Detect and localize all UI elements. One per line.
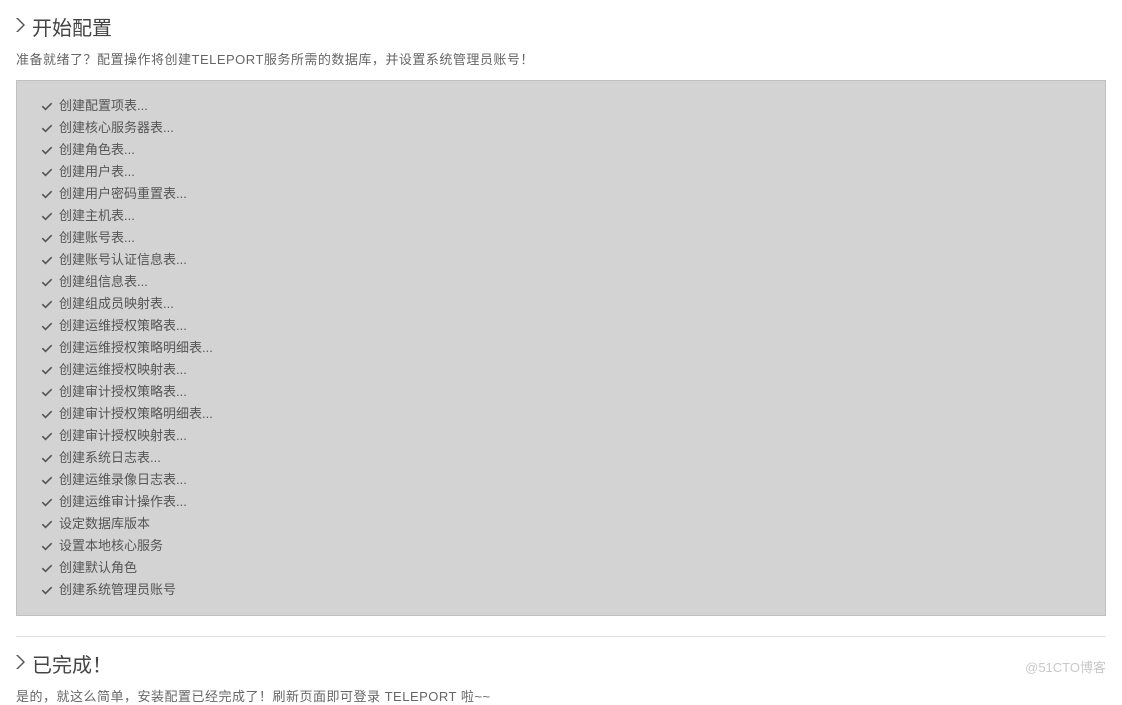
section-start-title: 开始配置 — [32, 12, 112, 41]
chevron-right-icon — [16, 655, 26, 672]
log-item-label: 创建系统管理员账号 — [59, 579, 176, 601]
check-icon — [41, 210, 53, 222]
check-icon — [41, 342, 53, 354]
check-icon — [41, 562, 53, 574]
check-icon — [41, 166, 53, 178]
check-icon — [41, 540, 53, 552]
log-item: 创建组信息表... — [41, 271, 1081, 293]
log-item-label: 创建角色表... — [59, 139, 135, 161]
log-item: 创建用户密码重置表... — [41, 183, 1081, 205]
check-icon — [41, 100, 53, 112]
watermark: @51CTO博客 — [1025, 657, 1106, 676]
log-item: 创建用户表... — [41, 161, 1081, 183]
log-item-label: 创建运维录像日志表... — [59, 469, 187, 491]
log-panel: 创建配置项表...创建核心服务器表...创建角色表...创建用户表...创建用户… — [16, 80, 1106, 616]
log-item-label: 创建审计授权策略明细表... — [59, 403, 213, 425]
log-item-label: 创建组信息表... — [59, 271, 148, 293]
log-item: 创建组成员映射表... — [41, 293, 1081, 315]
log-item: 创建账号认证信息表... — [41, 249, 1081, 271]
log-item: 创建默认角色 — [41, 557, 1081, 579]
section-start-header: 开始配置 — [16, 12, 1106, 41]
log-item-label: 设置本地核心服务 — [59, 535, 163, 557]
log-item-label: 创建核心服务器表... — [59, 117, 174, 139]
log-item: 创建运维授权映射表... — [41, 359, 1081, 381]
log-item-label: 创建用户密码重置表... — [59, 183, 187, 205]
log-item: 创建审计授权策略明细表... — [41, 403, 1081, 425]
log-item: 创建运维审计操作表... — [41, 491, 1081, 513]
log-item: 创建账号表... — [41, 227, 1081, 249]
log-item: 创建运维授权策略明细表... — [41, 337, 1081, 359]
log-item-label: 创建系统日志表... — [59, 447, 161, 469]
log-item: 创建运维授权策略表... — [41, 315, 1081, 337]
log-item: 创建系统管理员账号 — [41, 579, 1081, 601]
log-item-label: 创建配置项表... — [59, 95, 148, 117]
section-done-title: 已完成！ — [32, 649, 112, 678]
log-item: 创建角色表... — [41, 139, 1081, 161]
log-item-label: 创建用户表... — [59, 161, 135, 183]
check-icon — [41, 188, 53, 200]
log-item-label: 创建默认角色 — [59, 557, 137, 579]
log-item-label: 创建主机表... — [59, 205, 135, 227]
check-icon — [41, 408, 53, 420]
check-icon — [41, 452, 53, 464]
log-item: 创建运维录像日志表... — [41, 469, 1081, 491]
check-icon — [41, 364, 53, 376]
check-icon — [41, 474, 53, 486]
log-item-label: 创建运维授权映射表... — [59, 359, 187, 381]
check-icon — [41, 518, 53, 530]
divider — [16, 636, 1106, 637]
log-item: 创建核心服务器表... — [41, 117, 1081, 139]
log-item-label: 创建审计授权映射表... — [59, 425, 187, 447]
chevron-right-icon — [16, 18, 26, 35]
log-item: 设置本地核心服务 — [41, 535, 1081, 557]
check-icon — [41, 276, 53, 288]
check-icon — [41, 122, 53, 134]
check-icon — [41, 298, 53, 310]
check-icon — [41, 320, 53, 332]
check-icon — [41, 430, 53, 442]
check-icon — [41, 584, 53, 596]
check-icon — [41, 232, 53, 244]
log-item: 创建配置项表... — [41, 95, 1081, 117]
log-item-label: 设定数据库版本 — [59, 513, 150, 535]
log-item-label: 创建审计授权策略表... — [59, 381, 187, 403]
log-item-label: 创建运维授权策略表... — [59, 315, 187, 337]
check-icon — [41, 496, 53, 508]
log-item-label: 创建账号表... — [59, 227, 135, 249]
log-item-label: 创建运维授权策略明细表... — [59, 337, 213, 359]
section-done-header: 已完成！ — [16, 649, 1106, 678]
log-item-label: 创建组成员映射表... — [59, 293, 174, 315]
log-item: 创建审计授权策略表... — [41, 381, 1081, 403]
check-icon — [41, 254, 53, 266]
section-start-description: 准备就绪了？配置操作将创建TELEPORT服务所需的数据库，并设置系统管理员账号… — [16, 49, 1106, 68]
check-icon — [41, 386, 53, 398]
section-done-description: 是的，就这么简单，安装配置已经完成了！刷新页面即可登录 TELEPORT 啦~~ — [16, 686, 1106, 705]
log-item-label: 创建账号认证信息表... — [59, 249, 187, 271]
log-item: 设定数据库版本 — [41, 513, 1081, 535]
log-item: 创建系统日志表... — [41, 447, 1081, 469]
log-item: 创建主机表... — [41, 205, 1081, 227]
check-icon — [41, 144, 53, 156]
log-item: 创建审计授权映射表... — [41, 425, 1081, 447]
log-item-label: 创建运维审计操作表... — [59, 491, 187, 513]
